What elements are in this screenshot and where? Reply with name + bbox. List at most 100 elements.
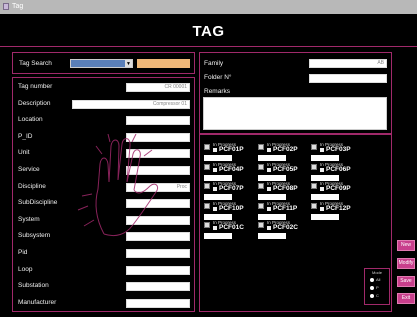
procedure-field[interactable] [311, 214, 339, 220]
field-label: Service [18, 166, 40, 173]
procedure-name: PCF08P [273, 185, 298, 192]
app-icon [3, 3, 9, 10]
field-label: Description [18, 100, 51, 107]
procedure-checkbox[interactable] [258, 183, 264, 189]
field-label: Location [18, 116, 43, 123]
procedure-field[interactable] [204, 233, 232, 239]
field-input[interactable]: CR 00001 [126, 83, 190, 92]
field-input[interactable] [126, 116, 190, 125]
field-input[interactable] [126, 299, 190, 308]
field-label: System [18, 216, 40, 223]
window-title: Tag [12, 3, 24, 10]
remarks-textarea[interactable] [203, 97, 387, 130]
procedure-tile: In Progress PCF10P [204, 201, 248, 220]
procedure-tile: In Progress PCF09P [311, 181, 355, 200]
chevron-down-icon[interactable]: ▼ [125, 60, 132, 67]
procedure-checkbox[interactable] [258, 222, 264, 228]
procedure-name: PCF02P [273, 146, 298, 153]
field-input[interactable]: Compressor 01 [72, 100, 190, 109]
field-label: Loop [18, 266, 33, 273]
header-divider [0, 46, 417, 47]
exit-button[interactable]: Exit [397, 293, 415, 304]
procedure-tile: In Progress PCF01C [204, 220, 248, 239]
folder-field[interactable] [309, 74, 387, 83]
procedure-field[interactable] [311, 194, 339, 200]
procedure-name: PCF01C [219, 224, 244, 231]
procedure-tile: In Progress PCF06P [311, 162, 355, 181]
procedure-field[interactable] [204, 155, 232, 161]
family-field[interactable]: AB [309, 59, 387, 68]
procedure-tile: In Progress PCF12P [311, 201, 355, 220]
status-square-icon [320, 187, 324, 191]
field-label: P_ID [18, 133, 33, 140]
procedure-name: PCF09P [326, 185, 351, 192]
family-label: Family [204, 60, 224, 67]
procedure-tile: In Progress PCF04P [204, 162, 248, 181]
procedure-name: PCF01P [219, 146, 244, 153]
procedure-tile: In Progress PCF02P [258, 142, 302, 161]
procedure-checkbox[interactable] [311, 164, 317, 170]
field-input[interactable] [126, 282, 190, 291]
status-square-icon [320, 207, 324, 211]
tag-search-input[interactable] [137, 59, 190, 68]
procedure-checkbox[interactable] [204, 144, 210, 150]
procedure-checkbox[interactable] [258, 164, 264, 170]
procedure-field[interactable] [258, 155, 286, 161]
procedure-name: PCF05P [273, 166, 298, 173]
procedure-name: PCF12P [326, 205, 351, 212]
procedure-field[interactable] [311, 155, 339, 161]
procedure-checkbox[interactable] [311, 144, 317, 150]
procedure-tile: In Progress PCF11P [258, 201, 302, 220]
field-label: Tag number [18, 83, 53, 90]
remarks-label: Remarks [204, 88, 231, 95]
procedure-tile: In Progress PCF07P [204, 181, 248, 200]
radio-all-label: All [376, 277, 381, 282]
field-label: Discipline [18, 183, 46, 190]
window-titlebar: Tag [0, 0, 417, 14]
field-input[interactable] [126, 266, 190, 275]
field-label: Pid [18, 249, 28, 256]
status-square-icon [320, 168, 324, 172]
procedure-name: PCF02C [273, 224, 298, 231]
radio-p[interactable] [370, 286, 374, 290]
procedure-checkbox[interactable] [258, 203, 264, 209]
status-square-icon [213, 168, 217, 172]
new-button[interactable]: New [397, 240, 415, 251]
page-title: TAG [192, 23, 225, 40]
procedure-field[interactable] [258, 194, 286, 200]
tag-search-combo[interactable]: ▼ [70, 59, 133, 68]
field-label: SubDiscipline [18, 199, 58, 206]
procedure-checkbox[interactable] [311, 203, 317, 209]
procedure-field[interactable] [258, 233, 286, 239]
mode-radio-title: Mode [372, 270, 383, 275]
radio-c[interactable] [370, 294, 374, 298]
status-square-icon [267, 168, 271, 172]
status-square-icon [320, 148, 324, 152]
procedure-checkbox[interactable] [204, 203, 210, 209]
save-button[interactable]: Save [397, 276, 415, 287]
procedure-checkbox[interactable] [204, 183, 210, 189]
procedure-checkbox[interactable] [311, 183, 317, 189]
folder-label: Folder N° [204, 74, 232, 81]
procedure-tile: In Progress PCF05P [258, 162, 302, 181]
procedure-tile: In Progress PCF01P [204, 142, 248, 161]
procedure-tile: In Progress PCF03P [311, 142, 355, 161]
status-square-icon [213, 207, 217, 211]
procedure-name: PCF04P [219, 166, 244, 173]
procedure-field[interactable] [204, 194, 232, 200]
search-panel: Tag Search ▼ [12, 52, 195, 74]
procedure-name: PCF06P [326, 166, 351, 173]
family-panel: Family AB Folder N° Remarks [199, 52, 392, 134]
radio-p-label: P [376, 285, 379, 290]
procedure-checkbox[interactable] [258, 144, 264, 150]
modify-button[interactable]: Modify [397, 258, 415, 269]
status-square-icon [213, 187, 217, 191]
radio-all[interactable] [370, 278, 374, 282]
form-header: TAG [0, 14, 417, 47]
field-input[interactable] [126, 249, 190, 258]
hand-sketch-illustration [77, 134, 159, 237]
procedure-tile: In Progress PCF08P [258, 181, 302, 200]
procedure-checkbox[interactable] [204, 164, 210, 170]
status-square-icon [267, 187, 271, 191]
procedure-checkbox[interactable] [204, 222, 210, 228]
